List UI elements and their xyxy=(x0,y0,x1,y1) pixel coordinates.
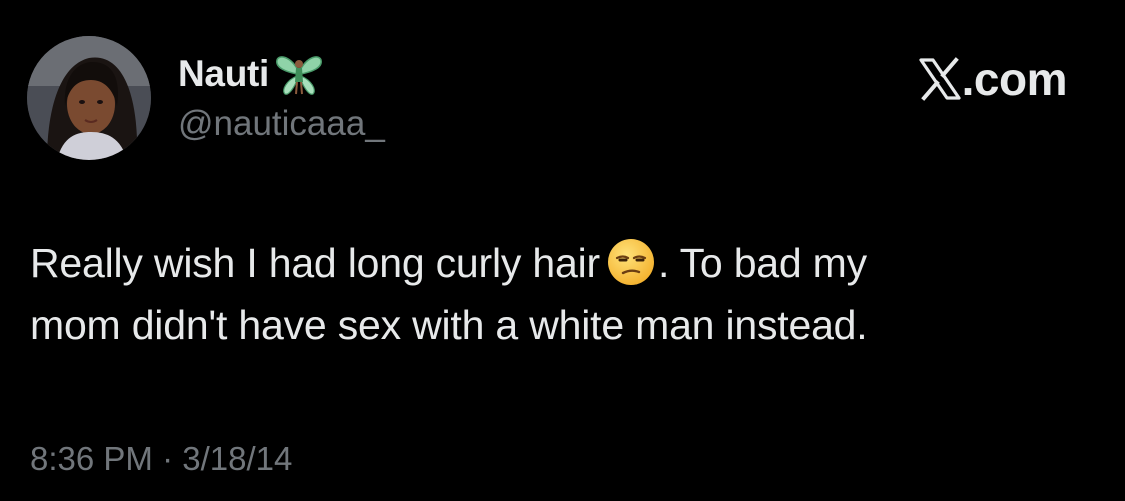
brand-suffix: .com xyxy=(961,53,1068,105)
author-name-row[interactable]: Nauti xyxy=(178,50,325,98)
unamused-face-emoji-icon xyxy=(606,237,656,287)
tweet-text-part-2: . To bad my xyxy=(657,240,867,286)
avatar[interactable] xyxy=(27,36,151,160)
fairy-icon xyxy=(273,50,325,98)
author-handle[interactable]: @nauticaaa_ xyxy=(178,104,385,144)
tweet-text-line-2: mom didn't have sex with a white man ins… xyxy=(30,302,868,348)
tweet-card: Nauti @nauticaaa_ .com Really wish I had… xyxy=(0,0,1125,501)
author-display-name[interactable]: Nauti xyxy=(178,53,269,95)
avatar-image xyxy=(27,36,151,160)
tweet-timestamp[interactable]: 8:36 PM · 3/18/14 xyxy=(30,440,292,478)
tweet-text-part-1: Really wish I had long curly hair xyxy=(30,240,600,286)
x-logo-icon xyxy=(918,57,962,101)
tweet-body: Really wish I had long curly hair . To b… xyxy=(30,232,1090,356)
x-com-watermark: .com xyxy=(918,52,1068,106)
